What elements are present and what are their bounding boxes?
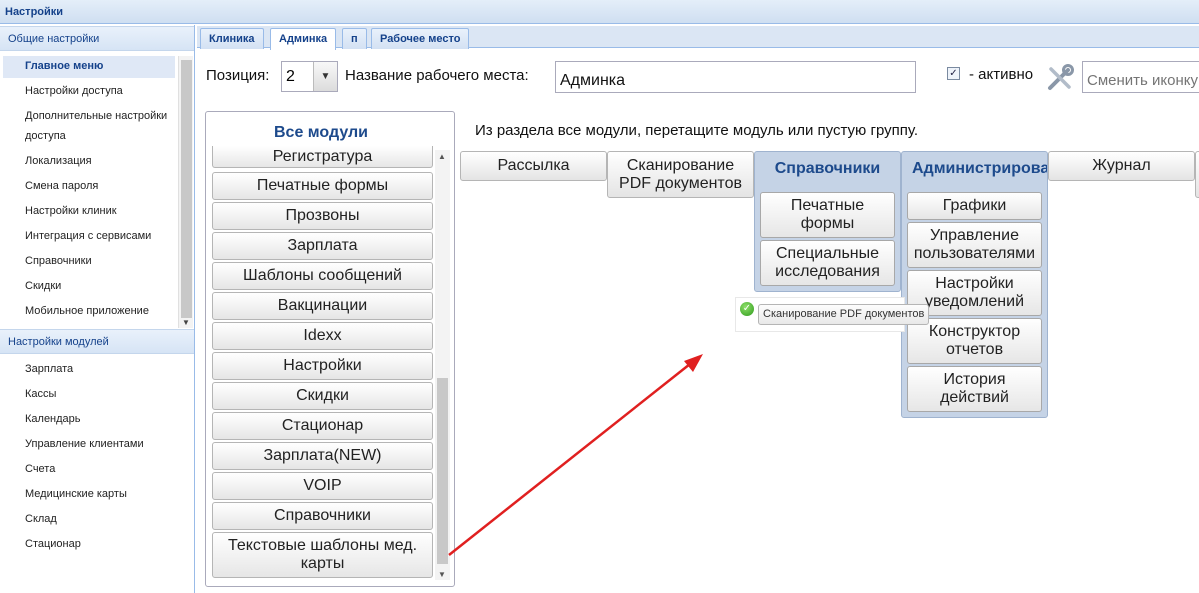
red-arrow-annotation <box>448 354 703 556</box>
